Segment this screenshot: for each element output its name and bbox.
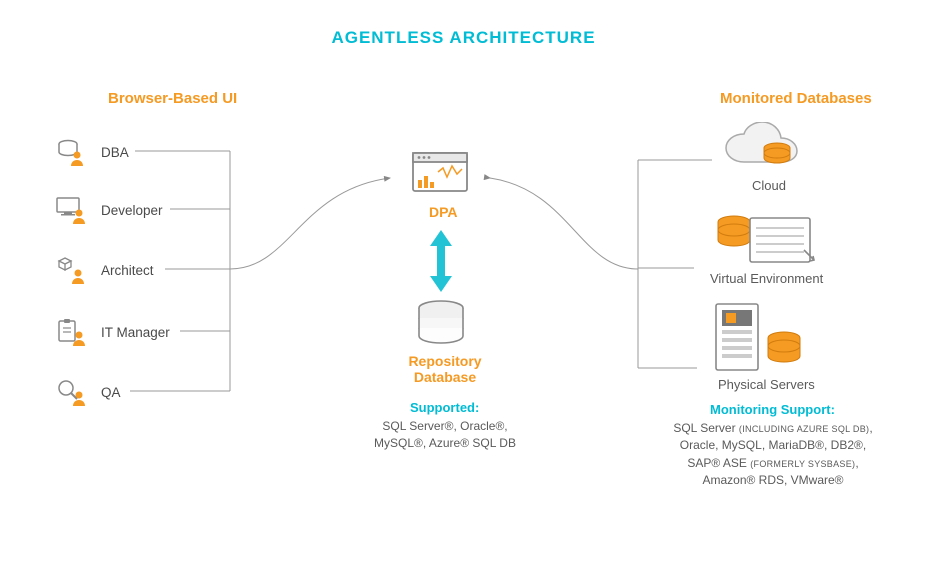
repo-label: Repository Database (405, 353, 485, 385)
monitoring-support-text: SQL Server (INCLUDING AZURE SQL DB), Ora… (648, 420, 898, 490)
physical-servers-icon (712, 300, 812, 379)
repository-db-icon (416, 300, 466, 351)
supported-text: SQL Server®, Oracle®, MySQL®, Azure® SQL… (370, 418, 520, 453)
physical-servers-label: Physical Servers (718, 377, 815, 392)
virtual-env-icon (710, 206, 820, 275)
dpa-label: DPA (429, 204, 458, 220)
cloud-label: Cloud (752, 178, 786, 193)
supported-heading: Supported: (410, 400, 479, 415)
bidirectional-arrow-icon (428, 230, 454, 297)
cloud-icon (722, 122, 810, 181)
virtual-env-label: Virtual Environment (710, 271, 823, 286)
monitoring-support-heading: Monitoring Support: (710, 402, 835, 417)
dpa-icon (410, 150, 470, 205)
architecture-diagram: Browser-Based UI DBA Developer (0, 0, 927, 561)
right-heading: Monitored Databases (720, 90, 872, 107)
